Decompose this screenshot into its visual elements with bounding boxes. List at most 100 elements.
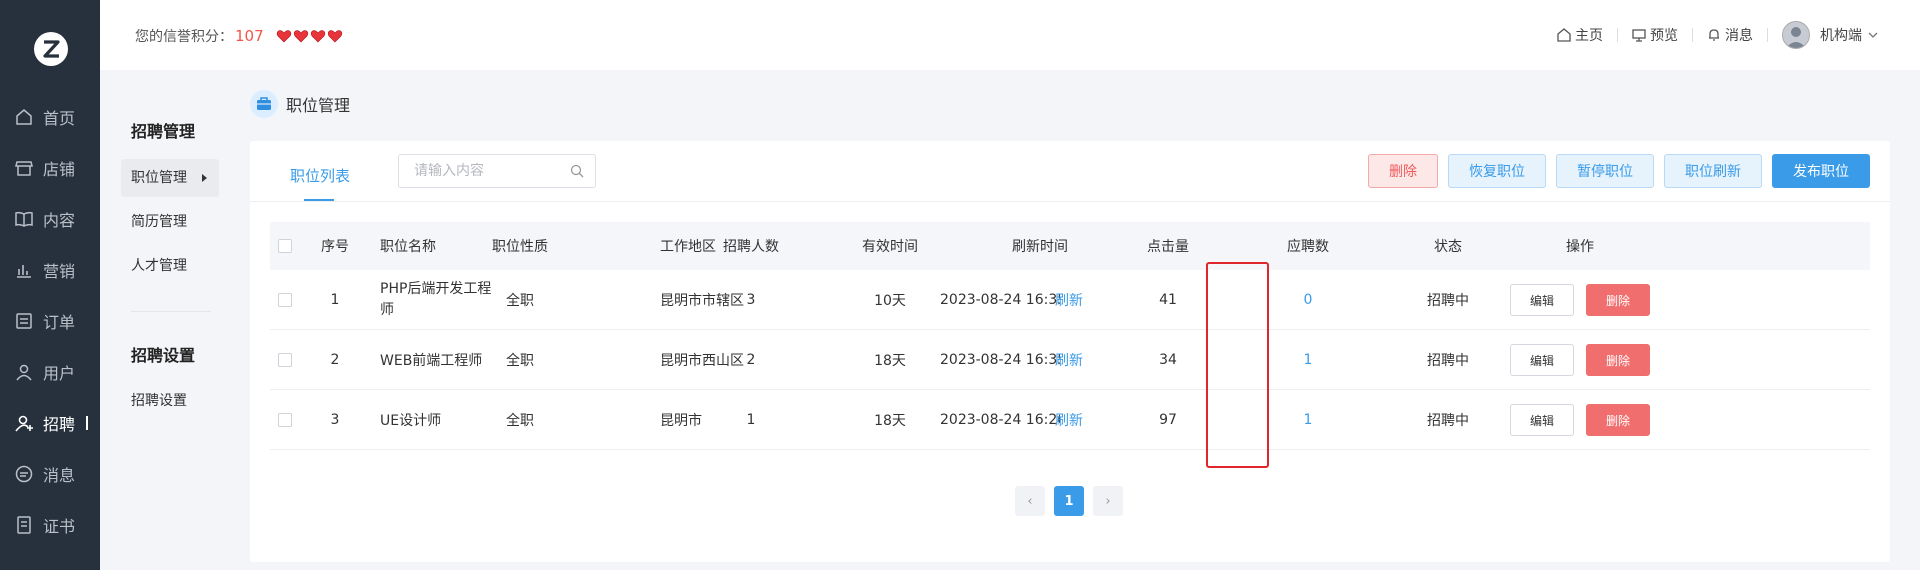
cell-applies[interactable]: 1 <box>1258 330 1358 389</box>
sub-group-title: 招聘设置 <box>131 346 196 365</box>
row-checkbox[interactable] <box>278 292 292 307</box>
page-number-current[interactable]: 1 <box>1054 486 1084 516</box>
table-row: 1 PHP后端开发工程师 全职 昆明市市辖区 3 10天 2023-08-24 … <box>270 270 1870 330</box>
sub-item-label: 职位管理 <box>131 170 187 186</box>
nav-item-messages[interactable]: 消息 <box>0 454 100 494</box>
refresh-job-button[interactable]: 职位刷新 <box>1664 154 1762 188</box>
top-links: 主页 预览 消息 机构端 <box>1557 0 1882 70</box>
row-delete-button[interactable]: 删除 <box>1586 403 1650 436</box>
cell-clicks: 97 <box>1159 411 1177 428</box>
breadcrumb: 职位管理 <box>250 90 350 118</box>
sub-item-resume[interactable]: 简历管理 <box>121 203 219 241</box>
refresh-link[interactable]: 刷新 <box>1048 330 1090 389</box>
nav-item-orders[interactable]: 订单 <box>0 301 100 341</box>
row-checkbox[interactable] <box>278 352 292 367</box>
table-row: 2 WEB前端工程师 全职 昆明市西山区 2 18天 2023-08-24 16… <box>270 330 1870 390</box>
cell-applies[interactable]: 0 <box>1258 270 1358 329</box>
cell-applies[interactable]: 1 <box>1258 390 1358 449</box>
nav-item-label: 订单 <box>43 313 76 332</box>
user-menu[interactable]: 机构端 <box>1782 21 1882 49</box>
header-status: 状态 <box>1434 239 1462 255</box>
search-icon[interactable] <box>570 164 584 178</box>
edit-button[interactable]: 编辑 <box>1510 403 1574 436</box>
cell-clicks: 41 <box>1159 291 1177 308</box>
nav-item-label: 营销 <box>43 262 76 281</box>
cell-valid: 10天 <box>874 292 906 309</box>
pause-job-button[interactable]: 暂停职位 <box>1556 154 1654 188</box>
cell-status: 招聘中 <box>1427 412 1469 429</box>
table-header: 序号 职位名称 职位性质 工作地区 招聘人数 有效时间 刷新时间 点击量 应聘数… <box>270 222 1870 270</box>
nav-item-label: 内容 <box>43 211 76 230</box>
monitor-icon <box>1632 29 1646 42</box>
divider <box>250 201 1890 202</box>
cell-valid: 18天 <box>874 352 906 369</box>
cell-no: 3 <box>330 411 340 428</box>
tab-job-list[interactable]: 职位列表 <box>290 165 350 186</box>
briefcase-icon <box>250 90 278 118</box>
row-checkbox[interactable] <box>278 412 292 427</box>
message-link[interactable]: 消息 <box>1707 25 1753 45</box>
nav-item-label: 店铺 <box>43 160 76 179</box>
divider <box>1617 28 1618 42</box>
cell-clicks: 34 <box>1159 351 1177 368</box>
sub-item-label: 简历管理 <box>131 214 187 230</box>
cell-count: 1 <box>746 411 756 428</box>
nav-item-recruit[interactable]: 招聘 <box>0 403 100 443</box>
cell-count: 2 <box>746 351 756 368</box>
job-list-card: 职位列表 删除 恢复职位 暂停职位 职位刷新 发布职位 序号 职位名称 职位性质… <box>250 141 1890 562</box>
delete-button[interactable]: 删除 <box>1368 154 1438 188</box>
publish-job-button[interactable]: 发布职位 <box>1772 154 1870 188</box>
row-delete-button[interactable]: 删除 <box>1586 283 1650 316</box>
divider <box>1692 28 1693 42</box>
nav-item-marketing[interactable]: 营销 <box>0 250 100 290</box>
sub-item-talent[interactable]: 人才管理 <box>121 247 219 285</box>
refresh-link[interactable]: 刷新 <box>1048 270 1090 329</box>
header-no: 序号 <box>321 239 349 255</box>
active-indicator <box>86 416 88 430</box>
nav-item-label: 招聘 <box>43 415 76 434</box>
nav-item-home[interactable]: 首页 <box>0 97 100 137</box>
divider <box>131 311 211 312</box>
restore-job-button[interactable]: 恢复职位 <box>1448 154 1546 188</box>
cell-type: 全职 <box>506 412 534 429</box>
top-bar: 您的信誉积分： 107 主页 预览 消息 机构端 <box>100 0 1920 70</box>
header-actions: 操作 <box>1566 239 1594 255</box>
home-link[interactable]: 主页 <box>1557 25 1603 45</box>
edit-button[interactable]: 编辑 <box>1510 283 1574 316</box>
user-icon <box>16 364 32 381</box>
nav-item-content[interactable]: 内容 <box>0 199 100 239</box>
order-icon <box>16 313 32 329</box>
refresh-link[interactable]: 刷新 <box>1048 390 1090 449</box>
nav-item-label: 消息 <box>43 466 76 485</box>
credit-hearts <box>276 29 344 47</box>
sub-item-job-manage[interactable]: 职位管理 <box>121 159 219 197</box>
search-input[interactable] <box>398 154 596 188</box>
nav-item-users[interactable]: 用户 <box>0 352 100 392</box>
logo-icon[interactable] <box>33 31 69 67</box>
credit-label: 您的信誉积分： <box>135 29 233 45</box>
nav-item-label: 用户 <box>43 364 76 383</box>
avatar <box>1782 21 1810 49</box>
preview-link[interactable]: 预览 <box>1632 25 1678 45</box>
cell-type: 全职 <box>506 292 534 309</box>
book-icon <box>15 211 33 227</box>
heart-icon <box>310 30 326 43</box>
message-link-label: 消息 <box>1725 28 1753 44</box>
select-all-checkbox[interactable] <box>278 239 292 253</box>
cell-count: 3 <box>746 291 756 308</box>
row-delete-button[interactable]: 删除 <box>1586 343 1650 376</box>
header-clicks: 点击量 <box>1147 239 1189 255</box>
nav-item-certificate[interactable]: 证书 <box>0 505 100 545</box>
nav-item-label: 首页 <box>43 109 76 128</box>
main-sidebar: 首页 店铺 内容 营销 订单 用户 招聘 消息 证书 <box>0 0 100 570</box>
sub-item-recruit-settings[interactable]: 招聘设置 <box>121 382 219 420</box>
next-page-button[interactable]: › <box>1093 486 1123 516</box>
credit-score: 您的信誉积分： 107 <box>135 26 344 47</box>
header-type: 职位性质 <box>492 239 548 255</box>
chart-icon <box>17 265 31 278</box>
edit-button[interactable]: 编辑 <box>1510 343 1574 376</box>
prev-page-button[interactable]: ‹ <box>1015 486 1045 516</box>
header-valid: 有效时间 <box>862 239 918 255</box>
nav-item-store[interactable]: 店铺 <box>0 148 100 188</box>
header-applies: 应聘数 <box>1287 239 1329 255</box>
